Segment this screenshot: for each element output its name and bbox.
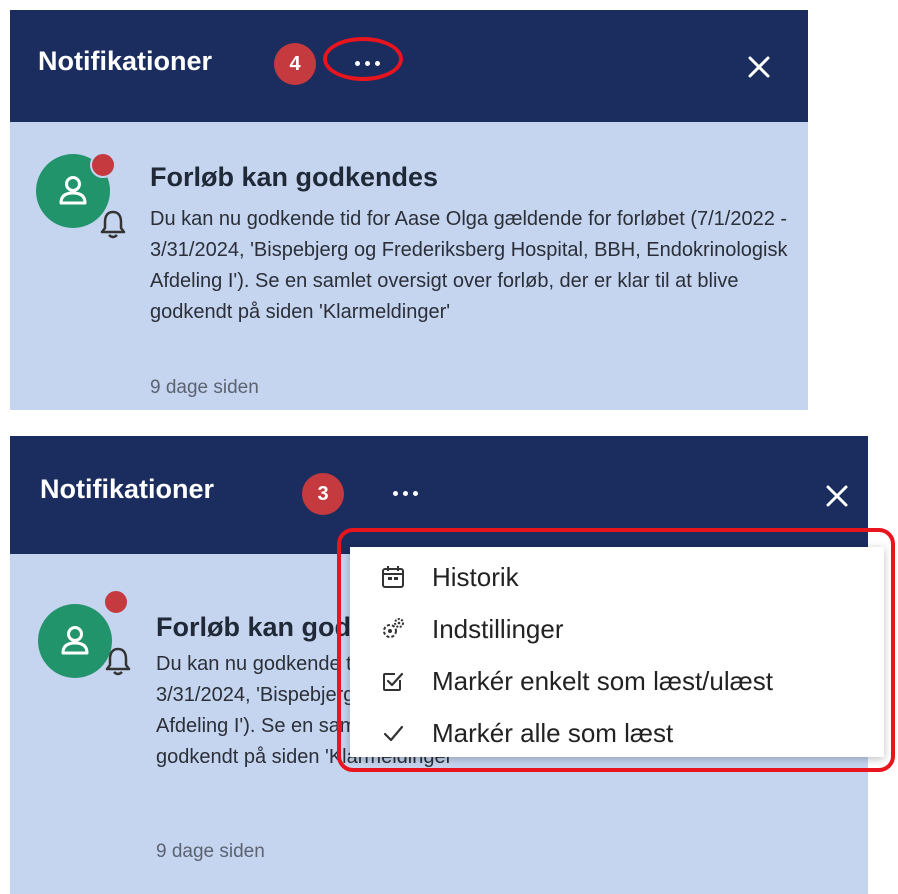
annotation-rectangle <box>337 528 895 772</box>
notification-timestamp: 9 dage siden <box>156 841 265 862</box>
panel-title: Notifikationer <box>40 474 215 504</box>
bell-icon <box>100 210 126 239</box>
unread-dot <box>90 152 116 178</box>
notification-timestamp: 9 dage siden <box>150 377 259 398</box>
person-icon <box>59 176 87 205</box>
notification-body: Du kan nu godkende tid for Aase Olga gæl… <box>150 208 788 323</box>
close-icon[interactable] <box>744 52 774 82</box>
annotation-ellipse <box>323 37 403 81</box>
panel-title: Notifikationer <box>38 46 213 76</box>
avatar <box>38 604 112 678</box>
more-horizontal-icon[interactable] <box>393 491 418 496</box>
panel-header: Notifikationer 4 <box>10 10 808 122</box>
unread-dot <box>103 589 129 615</box>
unread-count-badge: 3 <box>302 473 344 515</box>
unread-count-badge: 4 <box>274 43 316 85</box>
person-icon <box>61 626 89 655</box>
notification-title[interactable]: Forløb kan godkendes <box>150 162 438 193</box>
notification-panel-top: Notifikationer 4 Forløb kan godkendes Du… <box>10 10 808 410</box>
bell-icon <box>105 647 131 676</box>
close-icon[interactable] <box>822 481 852 511</box>
